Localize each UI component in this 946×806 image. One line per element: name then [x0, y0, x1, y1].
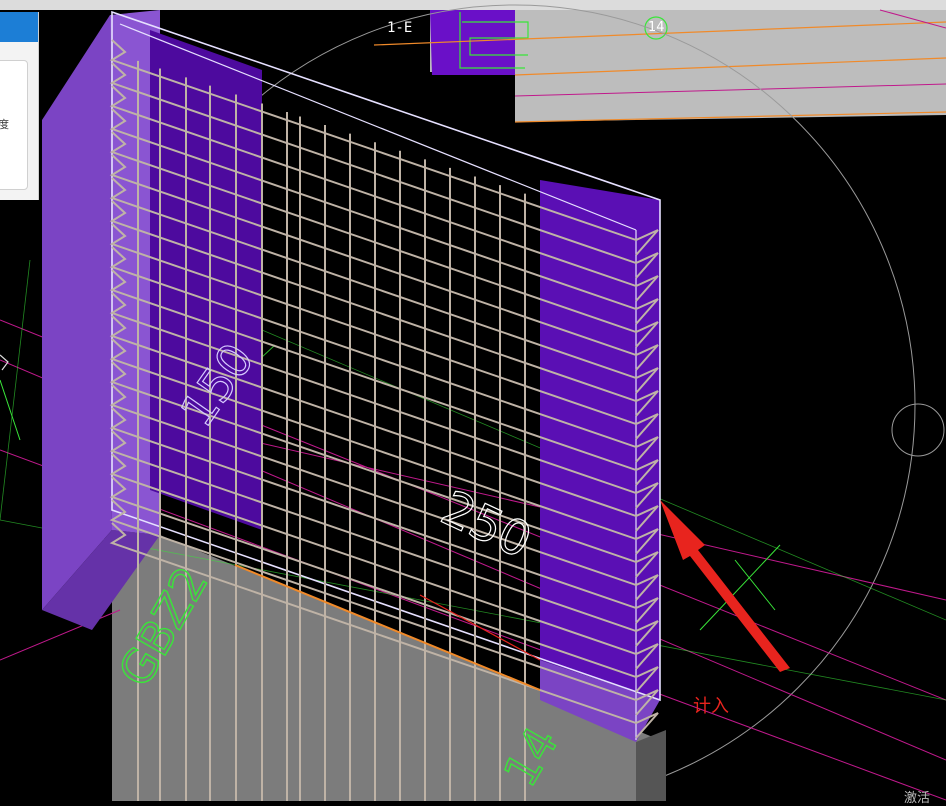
axis-cross-2 [734, 559, 776, 611]
grid-line-5 [0, 609, 121, 661]
left-column-front [42, 15, 112, 610]
axis-label-top: 1-E [387, 20, 413, 36]
annotation-text: 计入 [693, 696, 729, 717]
wall-strip-right [540, 180, 660, 700]
cad-3d-viewport[interactable]: 150 250 GBZ2 14 [0, 0, 946, 801]
side-property-panel[interactable]: 度 [0, 12, 39, 200]
axis-bubble-label: 14 [648, 20, 665, 35]
reference-small-circle-right [891, 403, 945, 457]
panel-label: 度 [0, 118, 9, 131]
annotation-arrow [660, 500, 790, 672]
top-toolbar-strip [0, 0, 946, 10]
corner-activation-text: 激活 [904, 791, 931, 806]
lower-wall-side [636, 730, 666, 801]
panel-title-bar[interactable] [0, 12, 38, 42]
axis-line-3 [0, 259, 31, 521]
